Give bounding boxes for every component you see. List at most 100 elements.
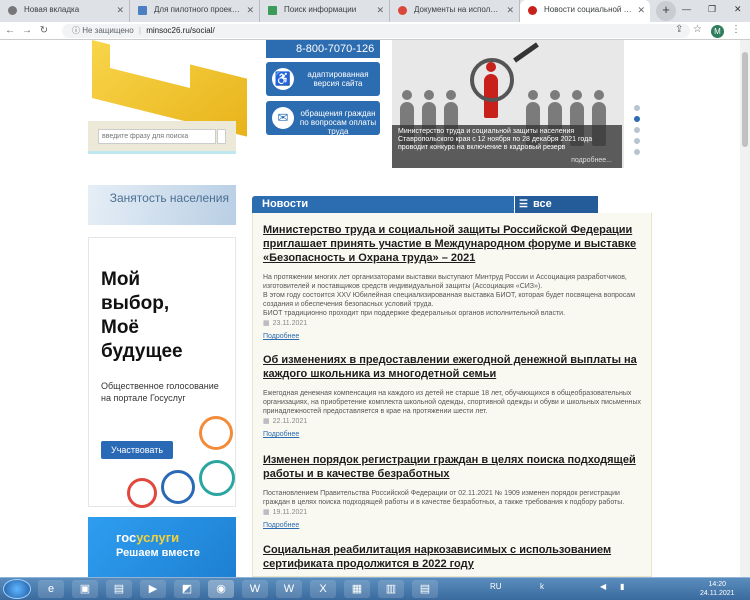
slider-more-link[interactable]: подробнее... [571,157,612,165]
document-icon [199,416,233,450]
news-date: 19.11.2021 [263,508,643,516]
chrome-icon[interactable]: ◉ [208,580,234,598]
news-title-link[interactable]: Изменен порядок регистрации граждан в це… [263,453,643,481]
vote-banner-heading: Мой выбор, Моё будущее [101,268,183,364]
slider-dot[interactable] [634,149,640,155]
archive-icon[interactable]: ▦ [344,580,370,598]
security-status: Не защищено [82,26,134,35]
clock[interactable]: 14:20 24.11.2021 [700,580,735,598]
bus-icon [161,470,195,504]
all-news-link[interactable]: все новости [514,196,598,227]
employment-banner-label: Занятость населения [109,191,229,205]
slider-caption[interactable]: Министерство труда и социальной защиты н… [392,125,622,168]
avatar[interactable]: M [711,25,724,38]
address-bar[interactable]: ⓘ Не защищено | minsoc26.ru/social/ [62,24,690,38]
network-icon[interactable]: ▮ [620,582,624,591]
accessible-version-label: адаптированная версия сайта [307,70,369,88]
news-more-link[interactable]: Подробнее [263,522,643,529]
close-icon[interactable]: ✕ [506,0,514,20]
slider-dot-active[interactable] [634,116,640,122]
search-button[interactable] [217,129,226,144]
share-icon[interactable]: ⇪ [675,24,683,35]
news-more-link[interactable]: Подробнее [263,431,643,438]
news-header: Новости все новости [252,196,598,227]
language-indicator[interactable]: RU [490,582,502,591]
wheelchair-icon: ♿ [272,68,294,90]
news-title-link[interactable]: Министерство труда и социальной защиты Р… [263,223,643,265]
heading-line: Моё [101,317,139,338]
clock-date: 24.11.2021 [700,590,735,597]
news-item: Изменен порядок регистрации граждан в це… [263,453,643,529]
reload-icon[interactable]: ↻ [37,25,51,36]
news-title-link[interactable]: Об изменениях в предоставлении ежегодной… [263,353,643,381]
excel-icon[interactable]: X [310,580,336,598]
back-icon[interactable]: ← [3,25,17,36]
appeals-label: обращения граждан по вопросам оплаты тру… [299,109,377,136]
maximize-button[interactable]: ❐ [708,4,716,15]
slider-dot[interactable] [634,138,640,144]
close-icon[interactable]: ✕ [116,0,124,20]
news-date: 22.11.2021 [263,417,643,425]
search-input[interactable] [98,129,216,144]
forward-icon[interactable]: → [20,25,34,36]
slider-pagination [634,105,640,160]
employment-banner[interactable]: Занятость населения [88,185,236,225]
news-more-link[interactable]: Подробнее [263,333,643,340]
minimize-button[interactable]: — [682,4,691,14]
close-icon[interactable]: ✕ [246,0,254,20]
hotline-bar: 8-800-7070-126 [266,40,380,58]
new-tab-button[interactable]: + [656,1,676,21]
tab-search-info[interactable]: Поиск информации ✕ [260,0,390,22]
word-icon[interactable]: W [242,580,268,598]
slider-dot[interactable] [634,127,640,133]
presentation-icon[interactable]: ▥ [378,580,404,598]
appeals-button[interactable]: ✉ обращения граждан по вопросам оплаты т… [266,101,380,136]
info-icon[interactable]: ⓘ [72,26,80,35]
close-icon[interactable]: ✕ [637,0,645,20]
tab-pilot-project[interactable]: Для пилотного проекта по ✕ [130,0,260,22]
news-list: Министерство труда и социальной защиты Р… [252,213,652,577]
chrome-icon [8,6,17,15]
explorer-icon[interactable]: ▤ [106,580,132,598]
close-window-button[interactable]: ✕ [734,4,742,15]
close-icon[interactable]: ✕ [376,0,384,20]
tab-documents[interactable]: Документы на исполнени ✕ [390,0,520,22]
news-summary: Постановлением Правительства Российской … [263,490,625,506]
news-title-link[interactable]: Социальная реабилитация наркозависимых с… [263,543,643,571]
start-button[interactable] [3,579,31,599]
volume-icon[interactable]: ◀ [600,582,606,591]
clock-time: 14:20 [708,581,727,588]
slider-dot[interactable] [634,105,640,111]
site-icon [268,6,277,15]
scrollbar-thumb[interactable] [742,52,748,147]
explorer-icon[interactable]: ▤ [412,580,438,598]
gosuslugi-logo-part: услуги [136,530,180,545]
ie-icon[interactable]: e [38,580,64,598]
news-summary: На протяжении многих лет организаторами … [263,274,636,317]
vote-banner[interactable]: Мой выбор, Моё будущее Общественное голо… [88,237,236,508]
menu-icon[interactable]: ⋮ [731,24,741,35]
vote-banner-subtitle: Общественное голосование на портале Госу… [101,381,219,403]
word-icon[interactable]: W [276,580,302,598]
taskbar: e ▣ ▤ ▶ ◩ ◉ W W X ▦ ▥ ▤ RU k ◀ ▮ 14:20 2… [0,577,750,600]
tray-icon[interactable]: k [540,582,544,591]
tab-label: Новости социальной подд [544,5,642,14]
tab-social-news[interactable]: Новости социальной подд ✕ [520,0,650,22]
site-icon [528,6,537,15]
app-icon[interactable]: ◩ [174,580,200,598]
search-panel [88,121,236,154]
folder-icon[interactable]: ▣ [72,580,98,598]
gosuslugi-banner[interactable]: госуслуги Решаем вместе [88,517,236,577]
accessible-version-button[interactable]: ♿ адаптированная версия сайта [266,62,380,96]
url-text: minsoc26.ru/social/ [146,26,215,35]
bookmark-star-icon[interactable]: ☆ [693,24,702,35]
document-icon [138,6,147,15]
media-player-icon[interactable]: ▶ [140,580,166,598]
tab-label: Для пилотного проекта по [154,5,251,14]
scrollbar[interactable] [740,40,750,577]
hotline-number: 8-800-7070-126 [296,43,375,55]
news-item: Об изменениях в предоставлении ежегодной… [263,353,643,438]
heading-line: будущее [101,341,183,362]
participate-button[interactable]: Участвовать [101,441,173,459]
tab-new-tab[interactable]: Новая вкладка ✕ [0,0,130,22]
